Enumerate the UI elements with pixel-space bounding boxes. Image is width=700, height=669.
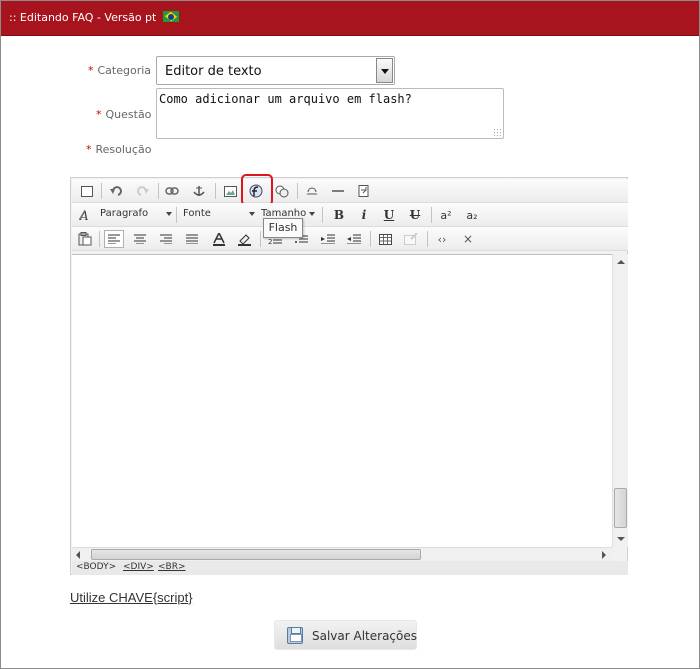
window-title: :: Editando FAQ - Versão pt bbox=[9, 11, 179, 24]
scroll-left-icon[interactable] bbox=[76, 551, 80, 559]
subscript-button[interactable]: a₂ bbox=[462, 206, 482, 224]
scroll-right-icon[interactable] bbox=[602, 551, 606, 559]
flash-tooltip: Flash bbox=[263, 218, 303, 238]
italic-button[interactable]: i bbox=[354, 206, 374, 224]
highlight-color-icon[interactable] bbox=[234, 230, 254, 248]
align-center-icon[interactable] bbox=[130, 230, 150, 248]
style-icon[interactable]: A bbox=[76, 206, 96, 224]
remove-format-icon[interactable]: × bbox=[458, 230, 478, 248]
horizontal-scrollbar[interactable] bbox=[72, 547, 612, 561]
undo-icon[interactable] bbox=[107, 182, 127, 200]
chevron-down-icon bbox=[166, 212, 172, 216]
chevron-down-icon[interactable] bbox=[376, 58, 393, 83]
underline-button[interactable]: U bbox=[379, 206, 399, 224]
title-bar: :: Editando FAQ - Versão pt bbox=[1, 1, 699, 36]
chevron-down-icon bbox=[249, 212, 255, 216]
table-icon[interactable] bbox=[375, 230, 395, 248]
outdent-icon[interactable] bbox=[344, 230, 364, 248]
resize-grip-icon[interactable] bbox=[493, 128, 501, 136]
toolbar-row-3: 2 ‹› × bbox=[72, 227, 628, 251]
save-button[interactable]: Salvar Alterações bbox=[274, 620, 417, 650]
toolbar-row-1 bbox=[72, 174, 628, 206]
chevron-down-icon bbox=[309, 212, 315, 216]
special-char-icon[interactable] bbox=[302, 182, 322, 200]
editor-status-bar: <BODY> <DIV> <BR> bbox=[72, 561, 628, 575]
svg-text:2: 2 bbox=[268, 238, 272, 244]
questao-label: * Questão bbox=[96, 108, 152, 121]
align-justify-icon[interactable] bbox=[182, 230, 202, 248]
rich-text-editor: A Paragrafo Fonte Tamanho B i U U a² a₂ … bbox=[70, 174, 628, 575]
superscript-button[interactable]: a² bbox=[436, 206, 456, 224]
indent-icon[interactable] bbox=[318, 230, 338, 248]
redo-icon[interactable] bbox=[132, 182, 152, 200]
paste-text-icon[interactable] bbox=[354, 182, 374, 200]
scroll-down-icon[interactable] bbox=[617, 537, 625, 541]
questao-textarea[interactable]: Como adicionar um arquivo em flash? bbox=[156, 88, 504, 139]
paste-word-icon[interactable] bbox=[75, 230, 95, 248]
fullscreen-icon[interactable] bbox=[77, 182, 97, 200]
status-path-body[interactable]: <BODY> bbox=[76, 562, 116, 572]
editor-content-area[interactable] bbox=[72, 254, 612, 547]
utilize-chave-link[interactable]: Utilize CHAVE{script} bbox=[70, 590, 193, 605]
categoria-select[interactable]: Editor de texto bbox=[156, 56, 395, 85]
table-properties-icon[interactable] bbox=[401, 230, 421, 248]
scroll-up-icon[interactable] bbox=[617, 260, 625, 264]
categoria-label: * Categoria bbox=[88, 64, 152, 77]
align-right-icon[interactable] bbox=[156, 230, 176, 248]
resolucao-label: * Resolução bbox=[86, 143, 152, 156]
vertical-scrollbar[interactable] bbox=[612, 254, 628, 547]
horizontal-scroll-thumb[interactable] bbox=[91, 549, 421, 560]
brazil-flag-icon bbox=[162, 11, 179, 22]
format-combo[interactable]: Paragrafo bbox=[100, 206, 172, 224]
categoria-value: Editor de texto bbox=[165, 64, 262, 79]
questao-value: Como adicionar um arquivo em flash? bbox=[159, 92, 412, 106]
anchor-icon[interactable] bbox=[189, 182, 209, 200]
media-icon[interactable] bbox=[272, 182, 292, 200]
font-color-icon[interactable] bbox=[209, 230, 229, 248]
floppy-disk-icon bbox=[287, 627, 303, 644]
horizontal-rule-icon[interactable] bbox=[328, 182, 348, 200]
status-path-br[interactable]: <BR> bbox=[158, 562, 186, 572]
save-button-label: Salvar Alterações bbox=[312, 629, 417, 643]
toolbar-row-2: A Paragrafo Fonte Tamanho B i U U a² a₂ bbox=[72, 203, 628, 227]
strikethrough-button[interactable]: U bbox=[405, 206, 425, 224]
image-icon[interactable] bbox=[220, 182, 240, 200]
vertical-scroll-thumb[interactable] bbox=[614, 488, 627, 528]
align-left-icon[interactable] bbox=[104, 230, 124, 248]
link-icon[interactable] bbox=[162, 182, 182, 200]
status-path-div[interactable]: <DIV> bbox=[123, 562, 154, 572]
bold-button[interactable]: B bbox=[329, 206, 349, 224]
flash-button-highlight bbox=[241, 174, 273, 206]
font-combo[interactable]: Fonte bbox=[183, 206, 255, 224]
source-code-icon[interactable]: ‹› bbox=[432, 230, 452, 248]
